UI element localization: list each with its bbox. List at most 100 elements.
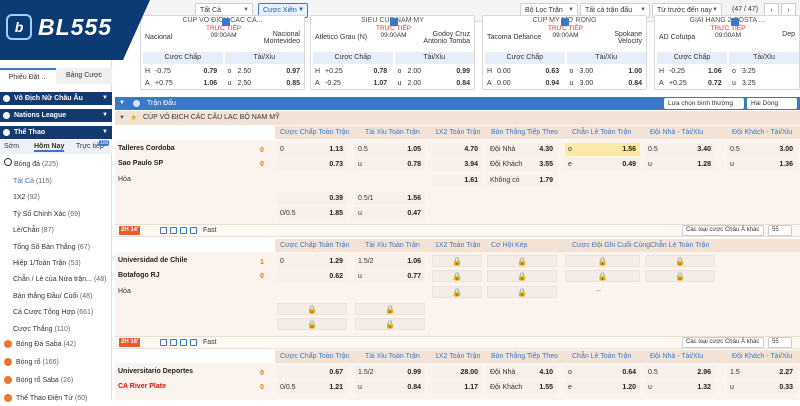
play-icon[interactable] xyxy=(160,227,167,234)
next-goal-cell[interactable]: Đội Khách 1.55 xyxy=(487,381,557,394)
odd-even-cell[interactable]: e 0.49 xyxy=(565,158,640,171)
bet-type-select[interactable]: Các loại cược Châu Á khác xyxy=(682,337,764,348)
home-team-name[interactable]: Universidad de Chile xyxy=(118,257,187,264)
away-team-name[interactable]: CA River Plate xyxy=(118,383,166,390)
sidebar-sport-item[interactable]: Bóng rổ Saba (26) xyxy=(4,374,73,388)
sidebar-market-item[interactable]: Lẻ/Chẵn (87) xyxy=(0,223,112,239)
odd-even-cell[interactable]: e 1.20 xyxy=(565,381,640,394)
handicap-odds[interactable]: 0.94 xyxy=(546,78,560,89)
sidebar-sport-item[interactable]: Thể Thao Điện Tử (60) xyxy=(4,392,87,406)
logo-text[interactable]: BL555 xyxy=(38,14,112,41)
sort-select[interactable]: Lựa chọn bình thường xyxy=(664,98,744,109)
handicap-cell[interactable]: 0 1.13 xyxy=(277,143,347,156)
sidebar-market-item[interactable]: Tỷ Số Chính Xác (69) xyxy=(0,207,112,223)
sidebar-market-item[interactable]: Hiệp 1/Toàn Trận (53) xyxy=(0,256,112,272)
ou-odds[interactable]: 1.00 xyxy=(628,66,642,78)
sidebar-section-sports[interactable]: Thể Thao ▼ xyxy=(0,126,112,139)
star-icon[interactable]: ★ xyxy=(130,114,137,122)
next-goal-cell[interactable]: Không có 1.79 xyxy=(487,174,557,187)
sidebar-market-item[interactable]: 1X2 (92) xyxy=(0,190,112,206)
handicap-cell[interactable]: 0/0.5 1.21 xyxy=(277,381,347,394)
sidebar-market-item[interactable]: Cá Cược Tổng Hợp (661) xyxy=(0,305,112,321)
home-ou-cell[interactable]: u 1.28 xyxy=(645,158,715,171)
chart-icon[interactable] xyxy=(190,339,197,346)
expand-icon[interactable] xyxy=(731,18,739,26)
expand-icon[interactable] xyxy=(222,18,230,26)
next-goal-cell[interactable]: Đội Nhà 4.30 xyxy=(487,143,557,156)
over-under-cell[interactable]: 0.5 1.05 xyxy=(355,143,425,156)
fast-market[interactable]: Fast xyxy=(203,339,217,346)
handicap-odds[interactable]: 0.79 xyxy=(204,66,218,78)
home-team-name[interactable]: Talleres Cordoba xyxy=(118,145,175,152)
chart-icon[interactable] xyxy=(190,227,197,234)
sidebar-market-item[interactable]: Tất Cả (115) xyxy=(0,174,112,190)
expand-icon[interactable] xyxy=(561,18,569,26)
handicap-odds[interactable]: 1.07 xyxy=(374,78,388,89)
away-team-name[interactable]: Botafogo RJ xyxy=(118,272,160,279)
sidebar-section-euro-women[interactable]: Vô Địch Nữ Châu Âu ▼ xyxy=(0,92,112,105)
away-ou-cell[interactable]: 0.5 3.00 xyxy=(727,143,797,156)
sidebar-market-item[interactable]: Tổng Số Bàn Thắng (67) xyxy=(0,240,112,256)
featured-match-card[interactable]: CÚP VÔ ĐỊCH CÁC CÂ... TRỰC TIẾP 09:00AM Nac… xyxy=(140,15,305,90)
1x2-cell[interactable]: 28.00 xyxy=(432,366,482,379)
featured-match-card[interactable]: CÚP MỸ MỞ RỘNGTRỰC TIẾP09:00AMTacoma Def… xyxy=(482,15,647,90)
tv-icon[interactable] xyxy=(170,339,177,346)
1x2-cell[interactable]: 4.70 xyxy=(432,143,482,156)
handicap-cell[interactable]: 0.73 xyxy=(277,158,347,171)
home-team-name[interactable]: Universitario Deportes xyxy=(118,368,193,375)
over-under-cell[interactable]: 1.5/2 1.06 xyxy=(355,255,425,268)
subtab-early[interactable]: Sớm xyxy=(4,143,19,150)
stats-icon[interactable] xyxy=(180,227,187,234)
away-team-name[interactable]: Sao Paulo SP xyxy=(118,160,163,167)
handicap-odds[interactable]: 0.63 xyxy=(546,66,560,78)
over-under-cell[interactable]: 1.5/2 0.99 xyxy=(355,366,425,379)
ou-odds[interactable]: 0.97 xyxy=(286,66,300,78)
ou-odds[interactable]: 0.85 xyxy=(286,78,300,89)
sidebar-market-item[interactable]: Bàn thắng Đầu/ Cuối (48) xyxy=(0,289,112,305)
handicap-odds[interactable]: 0.78 xyxy=(374,66,388,78)
over-under-cell[interactable]: u 0.77 xyxy=(355,270,425,283)
tv-icon[interactable] xyxy=(170,227,177,234)
over-under-cell[interactable]: u 0.84 xyxy=(355,381,425,394)
handicap-odds[interactable]: 1.06 xyxy=(204,78,218,89)
featured-match-card[interactable]: GIẢI HẠNG 2 COSTA ... TRỰC TIẾP 09:00AM AD … xyxy=(654,15,800,90)
over-under-cell[interactable]: u 0.47 xyxy=(355,207,425,220)
away-ou-cell[interactable]: u 0.33 xyxy=(727,381,797,394)
tab-betslip[interactable]: Phiếu Đặt ... xyxy=(0,68,56,84)
market-count-select[interactable]: 55 xyxy=(768,225,792,236)
away-ou-cell[interactable]: u 1.36 xyxy=(727,158,797,171)
sidebar-section-nations-league[interactable]: Nations League ▼ xyxy=(0,109,112,122)
over-under-cell[interactable]: u 0.78 xyxy=(355,158,425,171)
collapse-icon[interactable]: ▼ xyxy=(119,115,125,121)
over-under-cell[interactable]: 0.5/1 1.56 xyxy=(355,192,425,205)
sidebar-market-item[interactable]: Cược Thắng (110) xyxy=(0,322,112,338)
ou-odds[interactable]: 0.84 xyxy=(456,78,470,89)
expand-icon[interactable] xyxy=(390,18,398,26)
play-icon[interactable] xyxy=(160,339,167,346)
home-ou-cell[interactable]: 0.5 3.40 xyxy=(645,143,715,156)
handicap-cell[interactable]: 0.39 xyxy=(277,192,347,205)
1x2-cell[interactable]: 3.94 xyxy=(432,158,482,171)
sidebar-market-item[interactable]: Chẵn / Lẻ của Nửa trận... (48) xyxy=(0,272,112,288)
away-ou-cell[interactable]: 1.5 2.27 xyxy=(727,366,797,379)
sidebar-sport-item[interactable]: Bóng Đá Saba (42) xyxy=(4,338,76,352)
odds-line-select[interactable]: Hai Dòng xyxy=(747,98,797,109)
fast-market[interactable]: Fast xyxy=(203,227,217,234)
sidebar-football[interactable]: Bóng đá (225) xyxy=(4,158,58,168)
odd-even-cell[interactable]: o 0.64 xyxy=(565,366,640,379)
handicap-cell[interactable]: 0.62 xyxy=(277,270,347,283)
handicap-cell[interactable]: 0 1.29 xyxy=(277,255,347,268)
market-count-select[interactable]: 55 xyxy=(768,337,792,348)
tab-bet-list[interactable]: Bảng Cược xyxy=(56,68,112,84)
home-ou-cell[interactable]: u 1.32 xyxy=(645,381,715,394)
handicap-cell[interactable]: 0.67 xyxy=(277,366,347,379)
1x2-cell[interactable]: 1.61 xyxy=(432,174,482,187)
next-goal-cell[interactable]: Đội Khách 3.55 xyxy=(487,158,557,171)
featured-match-card[interactable]: SIÊU CÚP NAM MỸ TRỰC TIẾP 09:00AM Atletico … xyxy=(310,15,475,90)
handicap-cell[interactable]: 0/0.5 1.85 xyxy=(277,207,347,220)
home-ou-cell[interactable]: 0.5 2.96 xyxy=(645,366,715,379)
odd-even-cell[interactable]: o 1.56 xyxy=(565,143,640,156)
stats-icon[interactable] xyxy=(180,339,187,346)
bet-type-select[interactable]: Các loại cược Châu Á khác xyxy=(682,225,764,236)
ou-odds[interactable]: 0.99 xyxy=(456,66,470,78)
